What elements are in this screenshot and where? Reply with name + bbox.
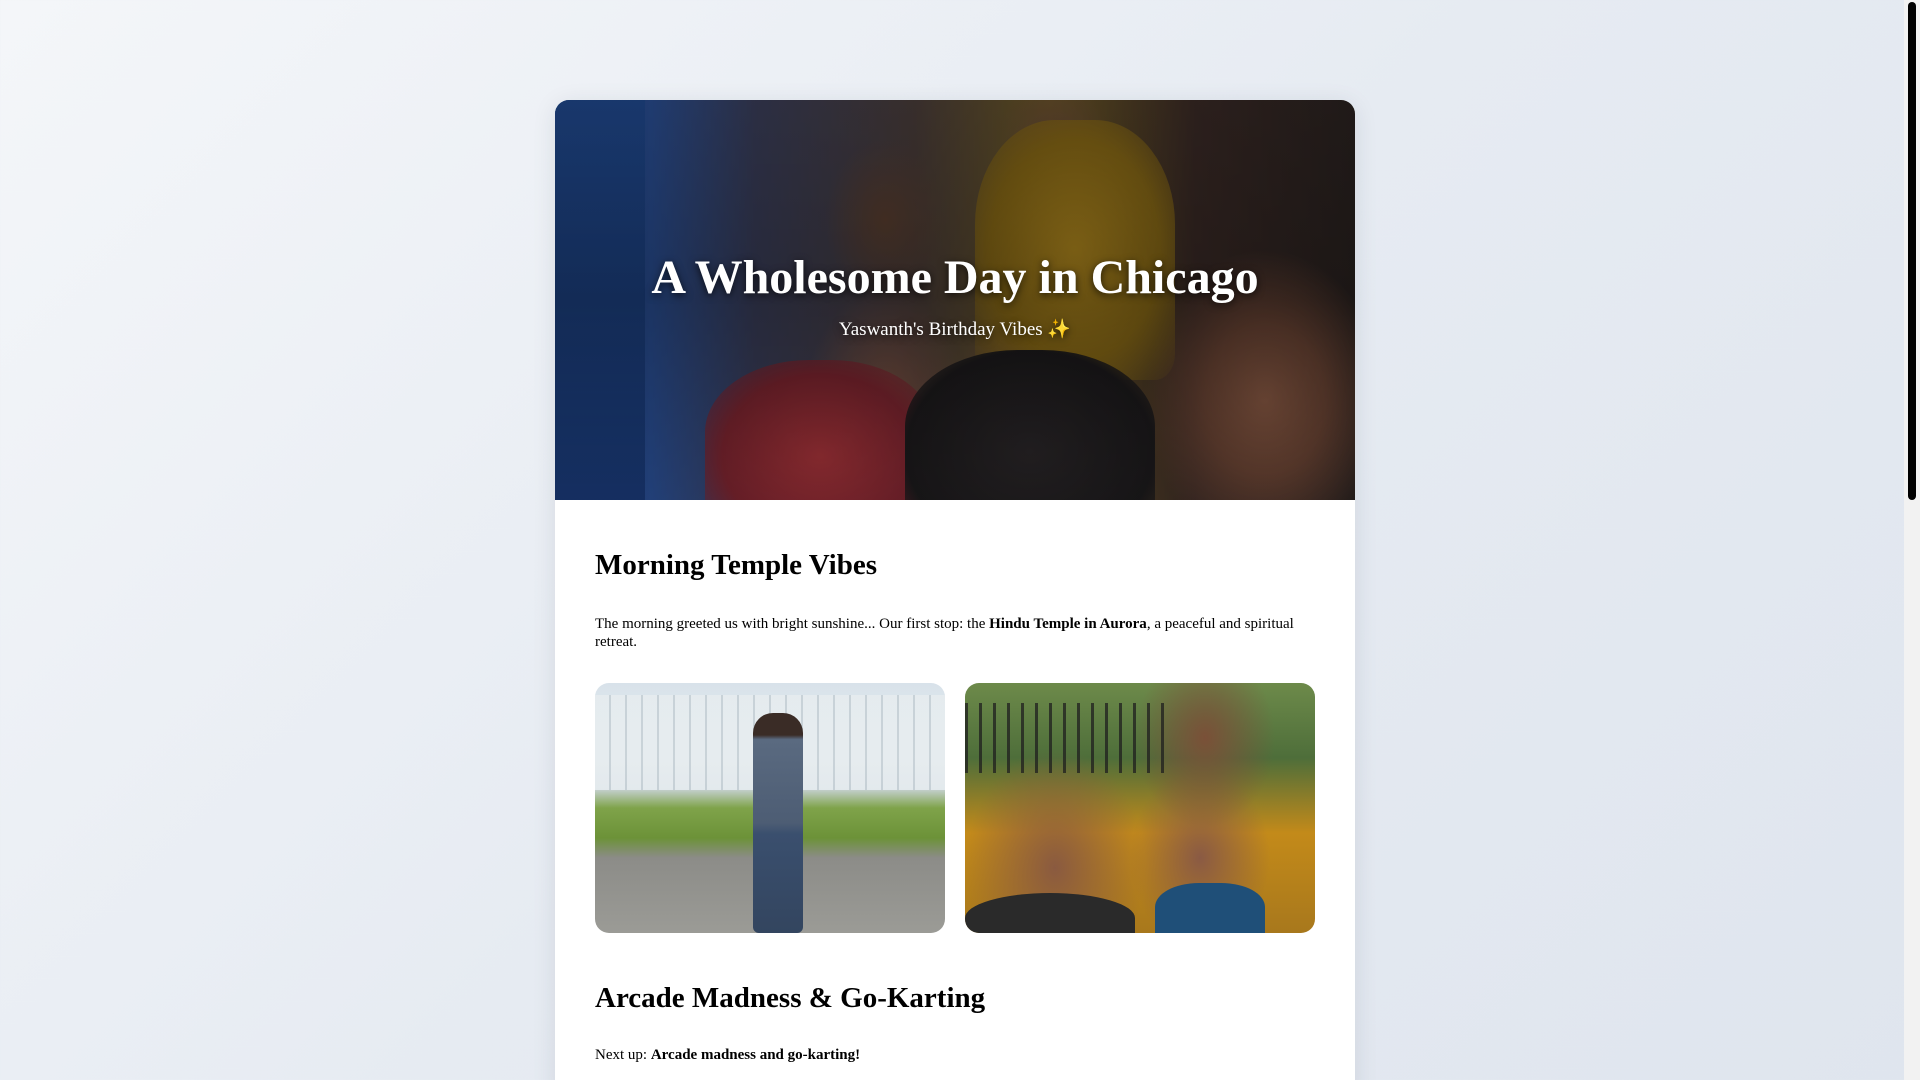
- person-figure: [1155, 882, 1265, 933]
- hero-banner: A Wholesome Day in Chicago Yaswanth's Bi…: [555, 100, 1355, 500]
- vertical-scrollbar[interactable]: [1904, 0, 1920, 1080]
- blog-card: A Wholesome Day in Chicago Yaswanth's Bi…: [555, 100, 1355, 1080]
- page-subtitle: Yaswanth's Birthday Vibes ✨: [838, 319, 1072, 341]
- fence: [965, 702, 1165, 773]
- friends-selfie-photo[interactable]: [965, 682, 1315, 933]
- person-figure: [753, 712, 803, 933]
- paragraph-text: The morning greeted us with bright sunsh…: [595, 615, 990, 632]
- paragraph-bold-text: Arcade madness and go-karting!: [650, 1046, 861, 1063]
- paragraph-text: Next up:: [595, 1046, 651, 1063]
- photo-gallery: [595, 682, 1315, 933]
- scrollbar-thumb[interactable]: [1908, 2, 1916, 500]
- temple-front-photo[interactable]: [595, 682, 945, 933]
- page: A Wholesome Day in Chicago Yaswanth's Bi…: [0, 0, 1904, 1080]
- hero-text: A Wholesome Day in Chicago Yaswanth's Bi…: [555, 250, 1355, 341]
- section-title: Arcade Madness & Go-Karting: [595, 981, 986, 1014]
- blog-content: Morning Temple Vibes The morning greeted…: [555, 548, 1355, 1064]
- paragraph-bold-text: Hindu Temple in Aurora: [989, 615, 1147, 632]
- section-arcade: Arcade Madness & Go-Karting Next up: Arc…: [595, 981, 1315, 1064]
- person-figure: [965, 892, 1135, 933]
- section-title: Morning Temple Vibes: [595, 549, 877, 581]
- page-title: A Wholesome Day in Chicago: [651, 251, 1259, 304]
- section-morning-temple: Morning Temple Vibes The morning greeted…: [595, 548, 1315, 933]
- section-paragraph: The morning greeted us with bright sunsh…: [595, 615, 1315, 651]
- section-paragraph: Next up: Arcade madness and go-karting!: [595, 1046, 1315, 1064]
